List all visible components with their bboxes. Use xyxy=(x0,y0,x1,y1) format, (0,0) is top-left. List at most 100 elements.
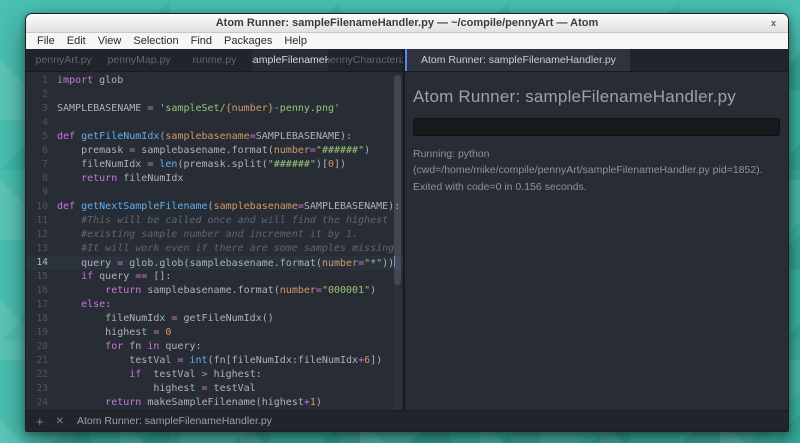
code-line-18[interactable]: 18 fileNumIdx = getFileNumIdx() xyxy=(26,312,403,326)
code-line-15[interactable]: 15 if query == []: xyxy=(26,270,403,284)
line-text xyxy=(57,88,403,102)
line-text: #existing sample number and increment it… xyxy=(57,228,403,242)
line-number: 6 xyxy=(26,144,57,158)
code-line-5[interactable]: 5def getFileNumIdx(samplebasename=SAMPLE… xyxy=(26,130,403,144)
code-line-2[interactable]: 2 xyxy=(26,88,403,102)
close-panel-icon[interactable]: ✕ xyxy=(56,416,64,427)
code-line-17[interactable]: 17 else: xyxy=(26,298,403,312)
line-number: 9 xyxy=(26,186,57,200)
line-text: testVal = int(fn[fileNumIdx:fileNumIdx+6… xyxy=(57,354,403,368)
desktop-background: Atom Runner: sampleFilenameHandler.py — … xyxy=(0,0,800,443)
menu-find[interactable]: Find xyxy=(185,35,218,47)
editor-scrollbar[interactable] xyxy=(394,75,401,410)
tab-atom-runner[interactable]: Atom Runner: sampleFilenameHandler.py xyxy=(405,49,630,71)
code-line-19[interactable]: 19 highest = 0 xyxy=(26,326,403,340)
line-text: return makeSampleFilename(highest+1) xyxy=(57,396,403,410)
line-number: 11 xyxy=(26,214,57,228)
line-number: 3 xyxy=(26,102,57,116)
bottom-panel-label[interactable]: Atom Runner: sampleFilenameHandler.py xyxy=(77,415,272,427)
line-number: 20 xyxy=(26,340,57,354)
line-number: 18 xyxy=(26,312,57,326)
line-text: SAMPLEBASENAME = 'sampleSet/{number}-pen… xyxy=(57,102,403,116)
line-text xyxy=(57,116,403,130)
menu-file[interactable]: File xyxy=(31,35,61,47)
line-number: 21 xyxy=(26,354,57,368)
code-line-1[interactable]: 1import glob xyxy=(26,74,403,88)
code-line-11[interactable]: 11 #This will be called once and will fi… xyxy=(26,214,403,228)
line-text: fileNumIdx = getFileNumIdx() xyxy=(57,312,403,326)
menu-help[interactable]: Help xyxy=(278,35,313,47)
code-line-13[interactable]: 13 #It will work even if there are some … xyxy=(26,242,403,256)
line-text: def getFileNumIdx(samplebasename=SAMPLEB… xyxy=(57,130,403,144)
code-lines: 1import glob23SAMPLEBASENAME = 'sampleSe… xyxy=(26,74,403,410)
line-number: 23 xyxy=(26,382,57,396)
editor-tab-bar: pennyArt.pypennyMap.pyrunme.pysampleFile… xyxy=(26,49,403,72)
code-line-21[interactable]: 21 testVal = int(fn[fileNumIdx:fileNumId… xyxy=(26,354,403,368)
line-text: #This will be called once and will find … xyxy=(57,214,403,228)
line-number: 19 xyxy=(26,326,57,340)
editor-pane: pennyArt.pypennyMap.pyrunme.pysampleFile… xyxy=(26,49,405,410)
line-number: 13 xyxy=(26,242,57,256)
runner-heading: Atom Runner: sampleFilenameHandler.py xyxy=(413,87,780,107)
line-number: 8 xyxy=(26,172,57,186)
line-text: premask = samplebasename.format(number="… xyxy=(57,144,403,158)
code-line-12[interactable]: 12 #existing sample number and increment… xyxy=(26,228,403,242)
window-close-icon[interactable]: x xyxy=(771,18,776,28)
line-number: 10 xyxy=(26,200,57,214)
bottom-panel-bar: + ✕ Atom Runner: sampleFilenameHandler.p… xyxy=(26,410,788,431)
line-number: 17 xyxy=(26,298,57,312)
workspace: pennyArt.pypennyMap.pyrunme.pysampleFile… xyxy=(26,49,788,410)
atom-window: Atom Runner: sampleFilenameHandler.py — … xyxy=(25,13,789,432)
code-line-6[interactable]: 6 premask = samplebasename.format(number… xyxy=(26,144,403,158)
code-line-4[interactable]: 4 xyxy=(26,116,403,130)
line-text: return fileNumIdx xyxy=(57,172,403,186)
code-line-14[interactable]: 14 query = glob.glob(samplebasename.form… xyxy=(26,256,403,270)
code-line-10[interactable]: 10def getNextSampleFilename(samplebasena… xyxy=(26,200,403,214)
tab-runme-py[interactable]: runme.py xyxy=(177,49,252,71)
line-text: fileNumIdx = len(premask.split("######")… xyxy=(57,158,403,172)
add-panel-icon[interactable]: + xyxy=(36,414,44,429)
tab-pennycharacteriz[interactable]: pennyCharacteriz xyxy=(328,49,403,71)
runner-tab-bar: Atom Runner: sampleFilenameHandler.py xyxy=(405,49,788,72)
line-number: 22 xyxy=(26,368,57,382)
runner-output-box[interactable] xyxy=(413,118,780,136)
window-titlebar[interactable]: Atom Runner: sampleFilenameHandler.py — … xyxy=(26,14,788,33)
tab-pennyart-py[interactable]: pennyArt.py xyxy=(26,49,101,71)
line-number: 5 xyxy=(26,130,57,144)
code-line-7[interactable]: 7 fileNumIdx = len(premask.split("######… xyxy=(26,158,403,172)
line-text: import glob xyxy=(57,74,403,88)
tab-pennymap-py[interactable]: pennyMap.py xyxy=(101,49,176,71)
line-text: if testVal > highest: xyxy=(57,368,403,382)
line-text: query = glob.glob(samplebasename.format(… xyxy=(57,256,403,270)
code-line-8[interactable]: 8 return fileNumIdx xyxy=(26,172,403,186)
line-text xyxy=(57,186,403,200)
tab-samplefilenameh[interactable]: sampleFilenameH xyxy=(252,49,327,71)
runner-tab-label: Atom Runner: sampleFilenameHandler.py xyxy=(421,54,616,66)
line-number: 1 xyxy=(26,74,57,88)
code-line-24[interactable]: 24 return makeSampleFilename(highest+1) xyxy=(26,396,403,410)
code-line-16[interactable]: 16 return samplebasename.format(number="… xyxy=(26,284,403,298)
code-line-3[interactable]: 3SAMPLEBASENAME = 'sampleSet/{number}-pe… xyxy=(26,102,403,116)
line-text: if query == []: xyxy=(57,270,403,284)
line-text: #It will work even if there are some sam… xyxy=(57,242,403,256)
scrollbar-thumb[interactable] xyxy=(394,75,401,285)
line-number: 2 xyxy=(26,88,57,102)
line-text: def getNextSampleFilename(samplebasename… xyxy=(57,200,403,214)
line-text: highest = 0 xyxy=(57,326,403,340)
line-text: else: xyxy=(57,298,403,312)
line-number: 14 xyxy=(26,256,57,270)
menu-view[interactable]: View xyxy=(92,35,128,47)
line-number: 4 xyxy=(26,116,57,130)
line-number: 24 xyxy=(26,396,57,410)
menu-packages[interactable]: Packages xyxy=(218,35,278,47)
code-line-9[interactable]: 9 xyxy=(26,186,403,200)
menu-bar: FileEditViewSelectionFindPackagesHelp xyxy=(26,33,788,49)
code-line-23[interactable]: 23 highest = testVal xyxy=(26,382,403,396)
code-line-20[interactable]: 20 for fn in query: xyxy=(26,340,403,354)
code-editor[interactable]: 1import glob23SAMPLEBASENAME = 'sampleSe… xyxy=(26,72,403,410)
line-number: 7 xyxy=(26,158,57,172)
menu-selection[interactable]: Selection xyxy=(127,35,184,47)
line-number: 15 xyxy=(26,270,57,284)
menu-edit[interactable]: Edit xyxy=(61,35,92,47)
code-line-22[interactable]: 22 if testVal > highest: xyxy=(26,368,403,382)
